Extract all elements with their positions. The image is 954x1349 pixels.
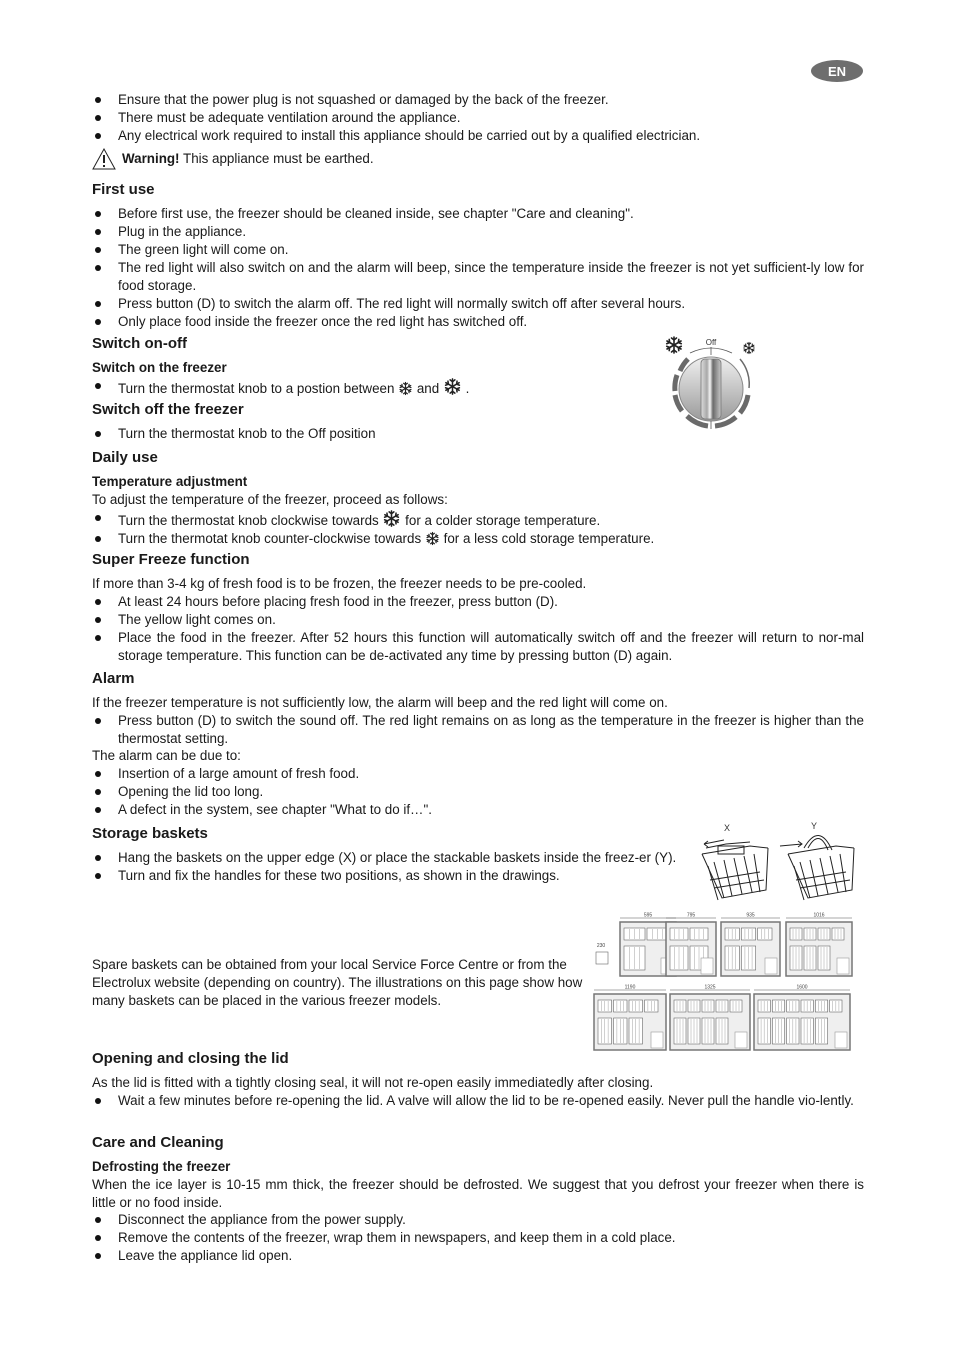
care-list: Disconnect the appliance from the power … [92,1211,864,1265]
compressor-block [734,1031,748,1049]
daily-use-intro: To adjust the temperature of the freezer… [92,492,448,507]
list-item: Ensure that the power plug is not squash… [92,91,864,109]
lid-intro: As the lid is fitted with a tightly clos… [92,1075,654,1090]
model-width-label: 1325 [704,985,715,991]
text-fragment: . [461,381,470,396]
alarm-intro: If the freezer temperature is not suffic… [92,695,668,710]
list-item: Place the food in the freezer. After 52 … [92,629,864,665]
model-width-label: 1600 [796,985,807,991]
snowflake-large-icon [382,509,401,528]
list-item: Remove the contents of the freezer, wrap… [92,1229,864,1247]
snowflake-small-icon [744,342,754,353]
list-item: Insertion of a large amount of fresh foo… [92,765,864,783]
alarm-action-list: Press button (D) to switch the sound off… [92,712,864,748]
list-item: There must be adequate ventilation aroun… [92,109,864,127]
list-item: Hang the baskets on the upper edge (X) o… [92,849,684,867]
subheading-temperature-adjustment: Temperature adjustment [92,474,248,489]
warning-note: Warning! This appliance must be earthed. [92,148,374,170]
switch-on-list: Turn the thermostat knob to a postion be… [92,377,592,398]
single-basket [595,951,609,965]
model-width-label: 795 [687,913,696,919]
list-item: Turn the thermostat knob clockwise towar… [92,509,864,530]
snowflake-small-icon [398,381,413,396]
warning-text: This appliance must be earthed. [179,151,374,166]
compressor-block [700,957,714,975]
alarm-causes-list: Insertion of a large amount of fresh foo… [92,765,864,819]
list-item: Leave the appliance lid open. [92,1247,864,1265]
warning-triangle-icon [92,148,116,170]
list-item: Wait a few minutes before re-opening the… [92,1092,864,1110]
list-item: Turn the thermotat knob counter-clockwis… [92,530,864,548]
snowflake-large-icon [443,377,462,396]
warning-label: Warning! [122,151,180,166]
text-fragment: Turn the thermostat knob clockwise towar… [118,513,383,528]
text-fragment: for a less cold storage temperature. [439,531,655,546]
basket-width-label: 230 [597,943,606,949]
list-item: Turn and fix the handles for these two p… [92,867,684,885]
section-heading-super-freeze: Super Freeze function [92,551,250,568]
section-heading-first-use: First use [92,181,155,198]
model-width-label: 935 [746,913,755,919]
text-fragment: Turn the thermostat knob to a postion be… [118,381,399,396]
list-item: Press button (D) to switch the sound off… [92,712,864,748]
super-freeze-intro: If more than 3-4 kg of fresh food is to … [92,576,587,591]
list-item: Opening the lid too long. [92,783,864,801]
list-item: Only place food inside the freezer once … [92,313,864,331]
subheading-defrosting: Defrosting the freezer [92,1159,231,1174]
compressor-block [836,957,850,975]
compressor-block [764,957,778,975]
first-use-list: Before first use, the freezer should be … [92,205,864,331]
super-freeze-list: At least 24 hours before placing fresh f… [92,593,864,665]
list-item: Before first use, the freezer should be … [92,205,864,223]
text-fragment: Turn the thermotat knob counter-clockwis… [118,531,425,546]
alarm-due-to: The alarm can be due to: [92,748,241,763]
list-item: Turn the thermostat knob to a postion be… [92,377,592,398]
freezer-models-figure: 230 595 795 935 1016 1190 1325 1600 [592,912,854,1054]
compressor-block [650,1031,664,1049]
language-badge: EN [811,60,863,82]
snowflake-large-icon [667,337,682,353]
care-intro: When the ice layer is 10-15 mm thick, th… [92,1177,864,1210]
basket-positions-figure: X Y [694,818,864,908]
section-heading-daily-use: Daily use [92,449,158,466]
snowflake-small-icon [425,531,440,546]
section-heading-alarm: Alarm [92,670,135,687]
list-item: The yellow light comes on. [92,611,864,629]
list-item: Disconnect the appliance from the power … [92,1211,864,1229]
intro-bullet-list: Ensure that the power plug is not squash… [92,91,864,145]
temperature-adjustment-list: Turn the thermostat knob clockwise towar… [92,509,864,548]
thermostat-knob-figure: Off [660,333,770,433]
list-item: At least 24 hours before placing fresh f… [92,593,864,611]
list-item: The red light will also switch on and th… [92,259,864,295]
list-item: Press button (D) to switch the alarm off… [92,295,864,313]
lid-list: Wait a few minutes before re-opening the… [92,1092,864,1110]
compressor-block [834,1031,848,1049]
list-item: The green light will come on. [92,241,864,259]
text-fragment: for a colder storage temperature. [401,513,601,528]
label-y: Y [811,821,817,831]
list-item: Any electrical work required to install … [92,127,864,145]
model-width-label: 595 [644,913,653,919]
text-fragment: and [413,381,443,396]
model-width-label: 1190 [625,985,636,991]
spare-baskets-text: Spare baskets can be obtained from your … [92,957,583,1008]
list-item: A defect in the system, see chapter "Wha… [92,801,864,819]
label-x: X [724,823,730,833]
knob-off-label: Off [706,338,717,347]
section-heading-care-cleaning: Care and Cleaning [92,1134,224,1151]
section-heading-lid: Opening and closing the lid [92,1050,289,1067]
model-width-label: 1016 [813,913,824,919]
list-item: Plug in the appliance. [92,223,864,241]
storage-baskets-list: Hang the baskets on the upper edge (X) o… [92,849,684,885]
